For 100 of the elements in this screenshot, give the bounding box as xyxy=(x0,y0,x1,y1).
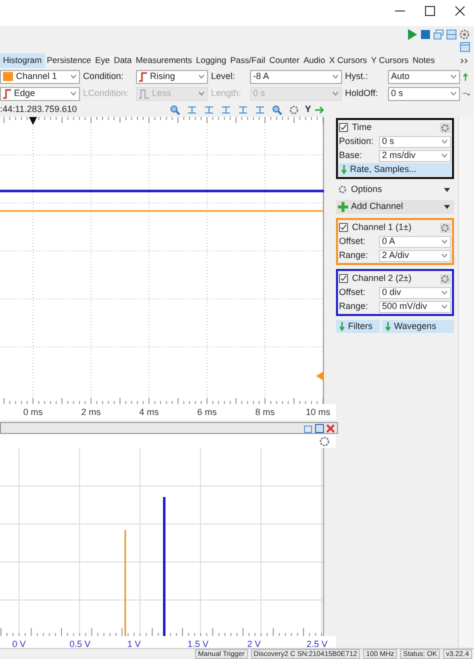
tab[interactable]: Eye xyxy=(93,53,112,68)
chevron-down-icon xyxy=(450,91,457,96)
field-label: Range: xyxy=(339,300,370,313)
dropdown[interactable]: 500 mV/div xyxy=(379,300,451,312)
dropdown[interactable]: 2 ms/div xyxy=(379,150,451,162)
tab[interactable]: Persistence xyxy=(44,53,94,68)
chevron-down-icon xyxy=(441,290,448,295)
dropdown[interactable]: -8 A xyxy=(250,70,342,84)
arrow-up-icon[interactable] xyxy=(463,70,468,82)
tab[interactable]: Data xyxy=(112,53,134,68)
tab[interactable]: Measurements xyxy=(134,53,194,68)
caret-down-icon xyxy=(444,188,450,192)
gear-icon[interactable] xyxy=(440,222,451,232)
options-button[interactable]: Options xyxy=(336,183,454,196)
axis-label: 8 ms xyxy=(255,406,275,419)
more-tabs-icon[interactable] xyxy=(460,58,468,64)
chevron-down-icon xyxy=(441,239,448,244)
dropdown[interactable]: Edge xyxy=(0,86,80,100)
restore-window-icon[interactable] xyxy=(304,424,313,432)
dropdown[interactable]: 0 s xyxy=(388,86,460,100)
dropdown[interactable]: 2 A/div xyxy=(379,250,451,262)
zoom-out-icon[interactable] xyxy=(272,104,282,114)
checkbox[interactable] xyxy=(339,274,348,283)
chevron-down-icon xyxy=(441,304,448,309)
chevron-down-icon xyxy=(450,74,457,79)
panel-button[interactable]: Filters xyxy=(336,320,380,333)
panel-button[interactable]: Wavegens xyxy=(382,320,454,333)
arrow-down-icon xyxy=(339,322,345,331)
checkbox[interactable] xyxy=(339,123,348,132)
axis-label: 0 ms xyxy=(23,406,43,419)
zoom-in-icon[interactable] xyxy=(170,104,180,114)
axis-label: 6 ms xyxy=(197,406,217,419)
axis-label: 0.5 V xyxy=(70,638,90,651)
chevron-down-icon xyxy=(332,91,339,96)
rising-edge-icon xyxy=(3,88,11,98)
gear-icon[interactable] xyxy=(440,274,451,284)
axis-label: 2 V xyxy=(247,638,261,650)
gear-icon[interactable] xyxy=(459,28,470,40)
tab[interactable]: Pass/Fail xyxy=(228,53,268,68)
stop-icon[interactable] xyxy=(420,28,431,40)
dropdown[interactable]: Auto xyxy=(388,70,460,84)
play-icon[interactable] xyxy=(407,28,418,40)
y-axis-label[interactable]: Y xyxy=(305,102,312,116)
restore-window-icon[interactable] xyxy=(460,42,470,52)
chevron-down-icon xyxy=(70,91,77,96)
tab[interactable]: Notes xyxy=(410,53,437,68)
axis-label: 2 ms xyxy=(81,406,101,419)
rising-edge-icon xyxy=(139,72,147,82)
field-label: Hyst.: xyxy=(345,70,370,83)
gear-icon[interactable] xyxy=(319,436,330,446)
dropdown[interactable]: Channel 1 xyxy=(0,70,80,84)
more-options-icon[interactable] xyxy=(463,90,470,96)
tab[interactable]: Logging xyxy=(194,53,228,68)
tab[interactable]: Y Cursors xyxy=(369,53,411,68)
gear-icon[interactable] xyxy=(440,122,451,132)
axis-label: 0 V xyxy=(12,638,26,651)
axis-label: 4 ms xyxy=(139,406,159,419)
tab[interactable]: Audio xyxy=(301,53,328,68)
close-icon[interactable] xyxy=(454,6,466,16)
chevron-down-icon xyxy=(441,153,448,158)
tab[interactable]: Counter xyxy=(267,53,302,68)
field-label: Offset: xyxy=(339,286,366,299)
panel-title: Time xyxy=(352,120,372,134)
field-label: Offset: xyxy=(339,234,366,248)
chevron-down-icon xyxy=(441,139,448,144)
rate-samples-button[interactable]: Rate, Samples... xyxy=(339,163,451,176)
dropdown[interactable]: 0 div xyxy=(379,286,451,298)
arrow-down-icon xyxy=(341,165,347,174)
dropdown[interactable]: 0 A xyxy=(379,236,451,248)
split-view-icon[interactable] xyxy=(446,28,457,40)
axis-label: 2.5 V xyxy=(306,638,328,651)
tab[interactable]: Histogram xyxy=(0,53,45,68)
trigger-position-marker[interactable] xyxy=(29,117,37,125)
dropdown[interactable]: Rising xyxy=(136,70,208,84)
tab[interactable]: X Cursors xyxy=(327,53,370,68)
pulse-icon xyxy=(139,88,149,98)
arrow-right-icon[interactable] xyxy=(315,106,326,114)
field-label: Length: xyxy=(211,86,242,100)
chevron-down-icon xyxy=(441,253,448,258)
gear-icon[interactable] xyxy=(289,104,299,114)
dropdown[interactable]: 0 s xyxy=(379,136,451,148)
caret-down-icon xyxy=(444,205,450,209)
field-label: Level: xyxy=(211,70,236,83)
chevron-down-icon xyxy=(198,74,205,79)
axis-label: 10 ms xyxy=(306,406,330,419)
field-label: LCondition: xyxy=(83,86,130,100)
field-label: Base: xyxy=(339,148,364,162)
field-label: Range: xyxy=(339,248,370,262)
panel-title: Channel 1 (1±) xyxy=(352,220,412,234)
checkbox[interactable] xyxy=(339,223,348,232)
field-label: HoldOff: xyxy=(345,86,379,100)
chevron-down-icon xyxy=(70,74,77,79)
axis-label: 1 V xyxy=(127,638,141,651)
add-channel-button[interactable]: Add Channel xyxy=(336,200,454,214)
maximize-icon[interactable] xyxy=(424,6,436,16)
trigger-level-marker[interactable] xyxy=(316,371,324,381)
timestamp: :44:11.283.759.610 xyxy=(0,102,78,116)
stacked-windows-icon[interactable] xyxy=(433,28,444,40)
axis-label: 1.5 V xyxy=(188,638,208,650)
field-label: Position: xyxy=(339,134,375,148)
